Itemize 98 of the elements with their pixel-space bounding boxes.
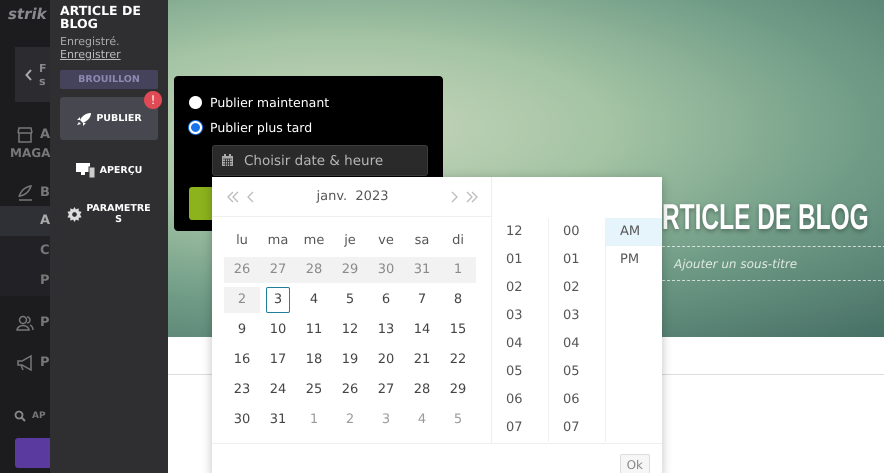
nav-item[interactable]: A MAGA: [0, 126, 50, 178]
month-year-label[interactable]: janv. 2023: [316, 189, 388, 204]
date-cell[interactable]: 29: [440, 377, 476, 403]
megaphone-icon: [16, 354, 34, 372]
date-cell[interactable]: 15: [440, 317, 476, 343]
double-chevron-left-icon[interactable]: [226, 190, 240, 202]
date-cell[interactable]: 3: [266, 287, 290, 313]
hour-option[interactable]: 12: [492, 218, 548, 246]
date-cell[interactable]: 27: [368, 377, 404, 403]
nav-item[interactable]: P: [0, 314, 50, 344]
panel-title: ARTICLE DE BLOG: [60, 4, 142, 30]
logo-text: strik: [7, 4, 48, 25]
confirm-button[interactable]: [189, 187, 212, 220]
hour-option[interactable]: 02: [492, 274, 548, 302]
date-cell[interactable]: 14: [404, 317, 440, 343]
minute-option[interactable]: 05: [549, 358, 605, 386]
minute-option[interactable]: 02: [549, 274, 605, 302]
radio-button[interactable]: [189, 96, 202, 109]
nav-item[interactable]: A: [0, 206, 50, 236]
date-cell[interactable]: 16: [224, 347, 260, 373]
minute-option[interactable]: 07: [549, 414, 605, 442]
meridiem-option[interactable]: AM: [606, 218, 662, 246]
rocket-icon: [76, 112, 92, 126]
date-cell[interactable]: 9: [224, 317, 260, 343]
date-cell[interactable]: 10: [260, 317, 296, 343]
date-cell[interactable]: 26: [332, 377, 368, 403]
quill-icon: [16, 184, 34, 202]
date-cell[interactable]: 7: [404, 287, 440, 313]
meridiem-option[interactable]: PM: [606, 246, 662, 274]
minute-option[interactable]: 04: [549, 330, 605, 358]
date-cell[interactable]: 6: [368, 287, 404, 313]
hour-option[interactable]: 04: [492, 330, 548, 358]
hour-option[interactable]: 01: [492, 246, 548, 274]
date-cell: 1: [440, 257, 476, 283]
date-input-field[interactable]: Choisir date & heure: [212, 145, 428, 176]
radio-option[interactable]: Publier maintenant: [189, 90, 330, 115]
minute-option[interactable]: 06: [549, 386, 605, 414]
save-status: Enregistré.: [60, 35, 121, 48]
date-cell[interactable]: 28: [404, 377, 440, 403]
hour-option[interactable]: 07: [492, 414, 548, 442]
nav-item[interactable]: P: [0, 354, 50, 394]
weekday-label: ma: [266, 232, 290, 248]
date-cell[interactable]: 19: [332, 347, 368, 373]
hour-option[interactable]: 06: [492, 386, 548, 414]
weekday-label: ve: [377, 232, 395, 248]
date-cell: 28: [296, 257, 332, 283]
date-cell[interactable]: 13: [368, 317, 404, 343]
save-link[interactable]: Enregistrer: [60, 48, 121, 61]
new-button[interactable]: [15, 438, 50, 468]
date-cell[interactable]: 4: [296, 287, 332, 313]
store-icon: [16, 126, 34, 144]
monitor-icon: [76, 162, 96, 178]
date-cell: 31: [404, 257, 440, 283]
hour-option[interactable]: 05: [492, 358, 548, 386]
alert-badge: !: [144, 91, 162, 109]
date-cell[interactable]: 20: [368, 347, 404, 373]
settings-button[interactable]: PARAMETRES: [60, 203, 158, 225]
date-cell: 27: [260, 257, 296, 283]
date-cell: 30: [368, 257, 404, 283]
weekday-label: di: [451, 232, 465, 248]
date-cell[interactable]: 30: [224, 407, 260, 433]
minute-option[interactable]: 03: [549, 302, 605, 330]
date-cell[interactable]: 5: [332, 287, 368, 313]
back-button[interactable]: F s: [15, 47, 50, 102]
date-cell[interactable]: 21: [404, 347, 440, 373]
weekday-label: me: [302, 232, 326, 248]
hour-option[interactable]: 03: [492, 302, 548, 330]
preview-button[interactable]: APERÇU: [60, 162, 158, 178]
date-cell[interactable]: 18: [296, 347, 332, 373]
weekday-label: sa: [414, 232, 430, 248]
status-badge: BROUILLON: [60, 70, 158, 89]
date-cell: 2: [224, 287, 260, 313]
radio-button[interactable]: [189, 121, 202, 134]
nav-item[interactable]: C: [0, 236, 50, 266]
date-cell: 29: [332, 257, 368, 283]
minute-option[interactable]: 01: [549, 246, 605, 274]
minute-option[interactable]: 00: [549, 218, 605, 246]
date-cell[interactable]: 8: [440, 287, 476, 313]
date-cell: 26: [224, 257, 260, 283]
date-cell[interactable]: 22: [440, 347, 476, 373]
nav-item[interactable]: P: [0, 266, 50, 296]
date-cell[interactable]: 17: [260, 347, 296, 373]
nav-item[interactable]: B: [0, 178, 50, 206]
nav-item[interactable]: AP: [0, 406, 50, 426]
double-chevron-right-icon[interactable]: [464, 190, 479, 202]
radio-option[interactable]: Publier plus tard: [189, 115, 312, 140]
date-cell[interactable]: 24: [260, 377, 296, 403]
weekday-label: lu: [235, 232, 249, 248]
weekday-label: je: [343, 232, 357, 248]
date-cell[interactable]: 12: [332, 317, 368, 343]
date-cell[interactable]: 31: [260, 407, 296, 433]
people-icon: [16, 314, 34, 332]
gear-icon: [66, 206, 82, 222]
date-cell[interactable]: 23: [224, 377, 260, 403]
chevron-left-icon: [25, 68, 33, 80]
date-cell[interactable]: 25: [296, 377, 332, 403]
search-icon: [14, 410, 26, 422]
date-cell[interactable]: 11: [296, 317, 332, 343]
